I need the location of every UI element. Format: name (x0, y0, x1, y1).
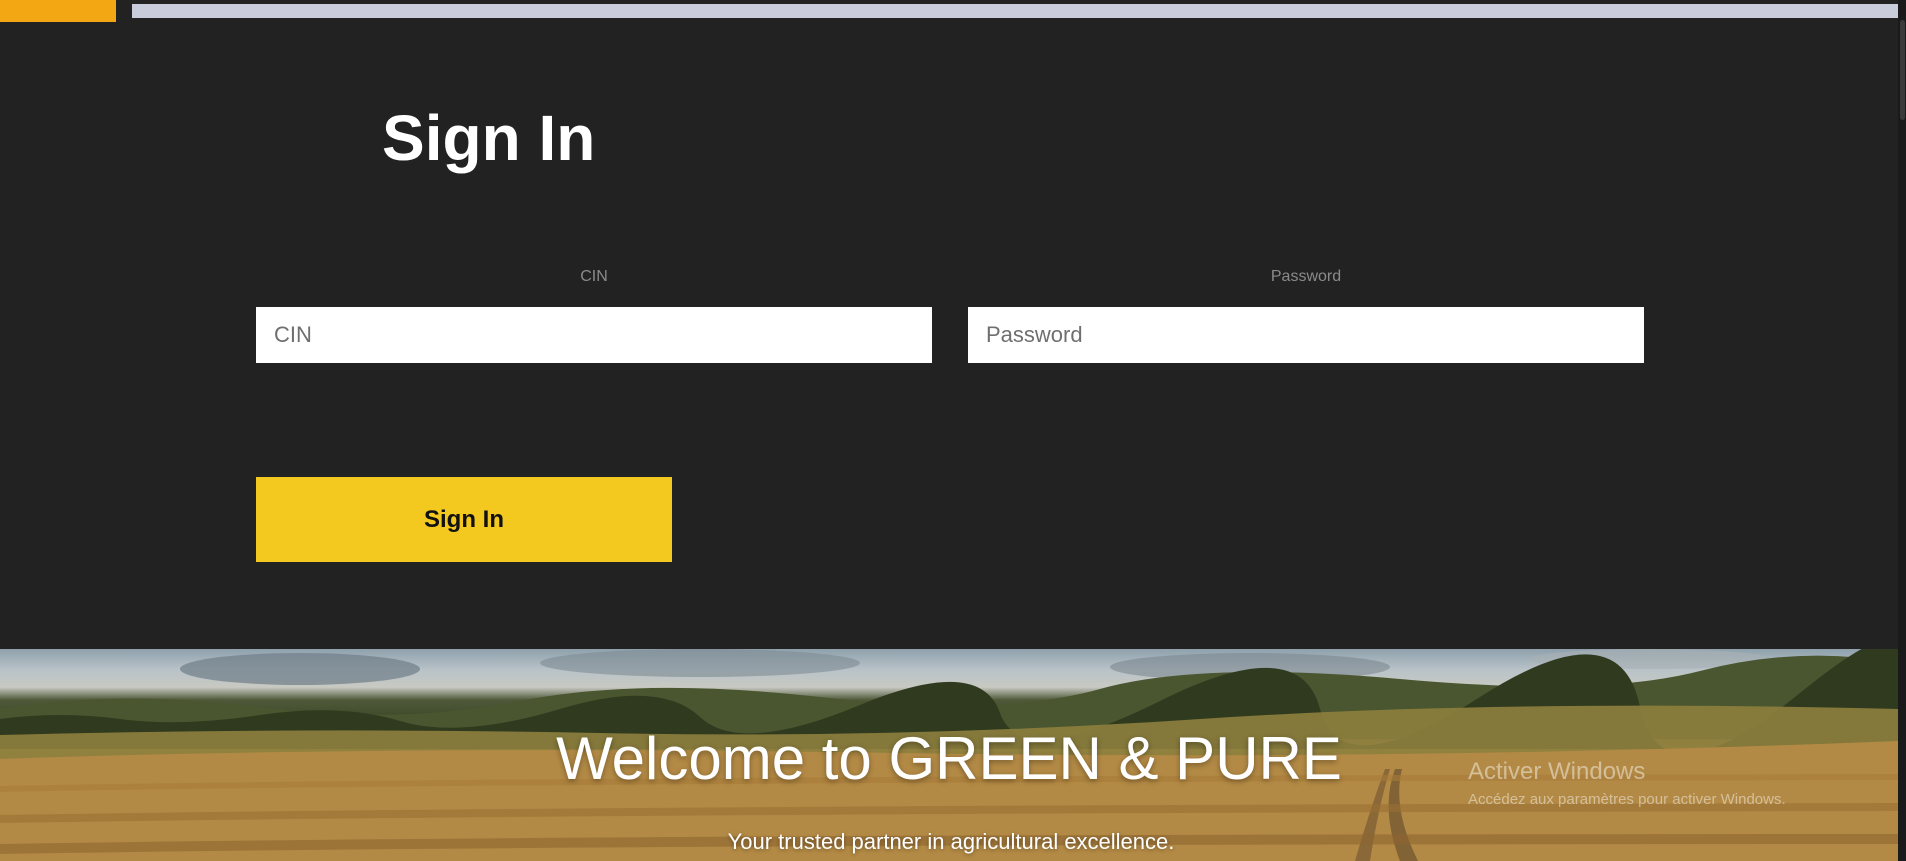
password-label: Password (1270, 268, 1342, 285)
top-strip (0, 0, 1906, 22)
cin-label: CIN (580, 268, 608, 285)
page-title: Sign In (382, 102, 596, 174)
top-accent-block (0, 0, 116, 22)
scrollbar-track[interactable] (1898, 0, 1906, 861)
windows-activation-watermark: Activer Windows Accédez aux paramètres p… (1468, 758, 1786, 808)
sign-in-button[interactable]: Sign In (256, 477, 672, 562)
cin-input[interactable] (256, 307, 932, 363)
scrollbar-thumb[interactable] (1900, 20, 1905, 120)
top-bar (132, 4, 1898, 18)
signin-section: Sign In CIN Password Sign In (0, 22, 1898, 649)
watermark-title: Activer Windows (1468, 758, 1646, 785)
hero-banner: Welcome to GREEN & PURE Your trusted par… (0, 649, 1898, 861)
password-input[interactable] (968, 307, 1644, 363)
page: Sign In CIN Password Sign In (0, 0, 1906, 861)
watermark-subtitle: Accédez aux paramètres pour activer Wind… (1468, 790, 1786, 808)
hero-subtitle: Your trusted partner in agricultural exc… (727, 829, 1175, 854)
